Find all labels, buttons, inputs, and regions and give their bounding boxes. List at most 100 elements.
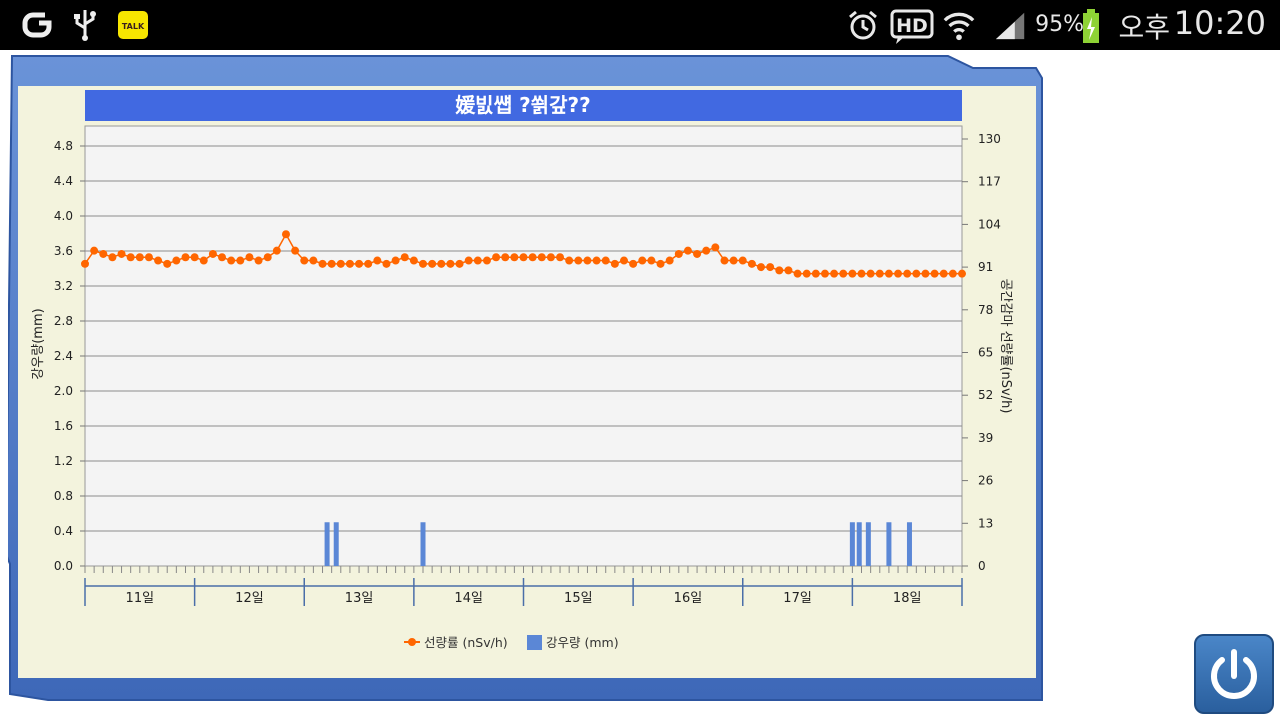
dose-rate-point: [181, 253, 190, 262]
dose-rate-point: [583, 256, 592, 265]
dose-rate-point: [126, 253, 135, 262]
dose-rate-point: [409, 256, 418, 265]
dose-rate-point: [464, 256, 473, 265]
y2-tick-label: 104: [978, 217, 1001, 231]
dose-rate-point: [948, 269, 957, 278]
dose-rate-point: [382, 259, 391, 268]
y-tick-label: 2.8: [54, 314, 73, 328]
y-tick-label: 2.4: [54, 349, 73, 363]
kakaotalk-label: TALK: [122, 22, 145, 31]
dose-rate-point: [702, 246, 711, 255]
dose-rate-point: [894, 269, 903, 278]
dose-rate-point: [875, 269, 884, 278]
dose-rate-point: [866, 269, 875, 278]
x-category-label: 14일: [454, 591, 483, 606]
rain-bar: [333, 522, 339, 566]
x-category-label: 11일: [126, 591, 155, 606]
dose-rate-point: [592, 256, 601, 265]
status-bar: TALK HD 95% 오후 10:20: [0, 0, 1280, 50]
dose-rate-point: [537, 253, 546, 262]
dose-rate-point: [884, 269, 893, 278]
dose-rate-point: [839, 269, 848, 278]
dose-rate-point: [958, 269, 966, 278]
y2-tick-label: 130: [978, 132, 1001, 146]
dose-rate-point: [309, 256, 318, 265]
dose-rate-point: [903, 269, 912, 278]
y-tick-label: 4.0: [54, 209, 73, 223]
y-axis-label-right: 공간감마 선량률(nSv/h): [998, 279, 1013, 414]
y-tick-label: 2.0: [54, 384, 73, 398]
power-button[interactable]: [1194, 634, 1274, 714]
y-tick-label: 0.8: [54, 489, 73, 503]
rain-bar: [906, 522, 912, 566]
y-tick-label: 1.2: [54, 454, 73, 468]
dose-rate-point: [437, 259, 446, 268]
dose-rate-point: [519, 253, 528, 262]
dose-rate-point: [199, 256, 208, 265]
legend-bar-swatch: [527, 635, 542, 650]
x-category-label: 17일: [783, 591, 812, 606]
dose-rate-point: [492, 253, 501, 262]
dose-rate-point: [172, 256, 181, 265]
legend-line-marker: [408, 638, 416, 646]
dose-rate-point: [674, 249, 683, 258]
dose-rate-point: [327, 259, 336, 268]
dose-rate-point: [108, 253, 117, 262]
y2-tick-label: 78: [978, 303, 993, 317]
x-category-label: 15일: [564, 591, 593, 606]
dose-rate-point: [400, 253, 409, 262]
g-app-icon: [20, 8, 54, 42]
y2-tick-label: 65: [978, 346, 993, 360]
dose-rate-point: [793, 269, 802, 278]
y2-tick-label: 39: [978, 431, 993, 445]
dose-rate-point: [848, 269, 857, 278]
dose-rate-point: [281, 230, 290, 239]
dose-rate-point: [811, 269, 820, 278]
y2-tick-label: 117: [978, 175, 1001, 189]
y-tick-label: 1.6: [54, 419, 73, 433]
dose-rate-point: [300, 256, 309, 265]
dose-rate-point: [720, 256, 729, 265]
dose-rate-point: [693, 249, 702, 258]
dose-rate-point: [830, 269, 839, 278]
legend: 선량률 (nSv/h) 강우량 (mm): [404, 635, 619, 650]
dose-rate-point: [930, 269, 939, 278]
dose-rate-point: [665, 256, 674, 265]
dose-rate-point: [163, 259, 172, 268]
dose-rate-point: [245, 253, 254, 262]
x-category-label: 12일: [235, 591, 264, 606]
hd-voice-icon: HD: [890, 9, 934, 44]
y-tick-label: 0.0: [54, 559, 73, 573]
dose-rate-point: [802, 269, 811, 278]
rain-bar: [324, 522, 330, 566]
rain-bar: [865, 522, 871, 566]
dose-rate-point: [81, 259, 89, 268]
battery-icon: [1082, 8, 1100, 44]
dose-rate-point: [784, 266, 793, 275]
dose-rate-point: [263, 253, 272, 262]
dose-rate-point: [857, 269, 866, 278]
dose-rate-point: [218, 253, 227, 262]
x-category-label: 13일: [345, 591, 374, 606]
dose-rate-point: [446, 259, 455, 268]
dose-rate-point: [336, 259, 345, 268]
dose-rate-point: [574, 256, 583, 265]
dose-rate-point: [912, 269, 921, 278]
dose-rate-point: [610, 259, 619, 268]
dose-rate-point: [501, 253, 510, 262]
dose-rate-point: [601, 256, 610, 265]
usb-icon: [68, 8, 102, 42]
rain-bar: [856, 522, 862, 566]
dose-rate-point: [820, 269, 829, 278]
clock: 10:20: [1173, 4, 1266, 42]
dose-rate-point: [272, 246, 281, 255]
dose-rate-point: [227, 256, 236, 265]
y2-tick-label: 91: [978, 260, 993, 274]
alarm-icon: [846, 8, 880, 42]
y2-tick-label: 13: [978, 516, 993, 530]
dose-rate-point: [528, 253, 537, 262]
dose-rate-point: [99, 249, 108, 258]
dose-rate-point: [757, 263, 766, 272]
dose-rate-point: [291, 246, 300, 255]
dose-rate-point: [775, 266, 784, 275]
